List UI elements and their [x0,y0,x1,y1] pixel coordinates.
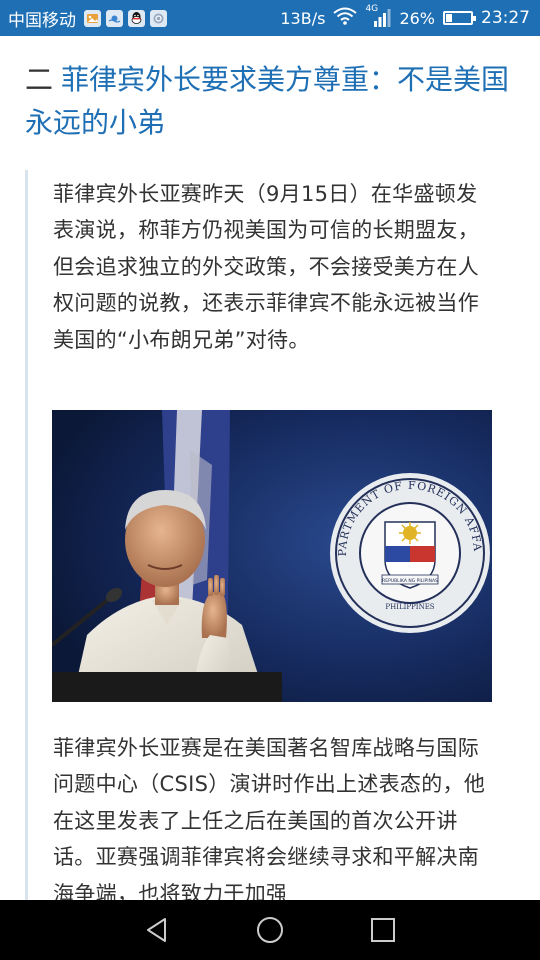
navigation-bar [0,900,540,960]
qq-icon [128,9,145,27]
battery-icon [443,11,476,25]
paragraph-2: 菲律宾外长亚赛是在美国著名智库战略与国际问题中心（CSIS）演讲时作出上述表态的… [53,736,486,900]
back-icon [146,918,166,942]
screenshot-app-icon [150,9,167,27]
net-speed: 13B/s [280,8,326,28]
seal-ribbon-text: REPUBLIKA NG PILIPINAS [382,578,438,584]
article-content[interactable]: 二菲律宾外长要求美方尊重：不是美国永远的小弟 菲律宾外长亚赛昨天（9月15日）在… [0,36,540,900]
carrier-label: 中国移动 [8,10,76,31]
paragraph-1: 菲律宾外长亚赛昨天（9月15日）在华盛顿发表演说，称菲方仍视美国为可信的长期盟友… [53,182,479,352]
quote-block: 菲律宾外长亚赛昨天（9月15日）在华盛顿发表演说，称菲方仍视美国为可信的长期盟友… [25,170,520,900]
section-heading: 二菲律宾外长要求美方尊重：不是美国永远的小弟 [25,58,520,144]
section-number: 二 [25,63,54,96]
wifi-icon [333,7,358,29]
signal-icon: 4G [365,4,391,28]
clock: 23:27 [481,8,530,28]
seal-bottom-text: PHILIPPINES [385,603,434,611]
home-icon [256,917,283,943]
weather-app-icon [106,9,123,27]
status-right: 13B/s 4G 26% 23:27 [280,4,530,29]
status-bar: 中国移动 13B/s 4G 26% 23:27 [0,0,540,36]
battery-percent: 26% [399,8,435,28]
image-app-icon [84,9,101,27]
section-title: 菲律宾外长要求美方尊重：不是美国永远的小弟 [25,63,510,139]
recents-icon [371,918,396,942]
back-button[interactable] [137,910,177,950]
status-left: 中国移动 [8,6,280,31]
home-button[interactable] [250,910,290,950]
battery-fill [446,14,453,22]
article-photo[interactable]: DEPARTMENT OF FOREIGN AFFAIRS PHILIPPINE… [52,410,492,702]
recents-button[interactable] [363,910,403,950]
